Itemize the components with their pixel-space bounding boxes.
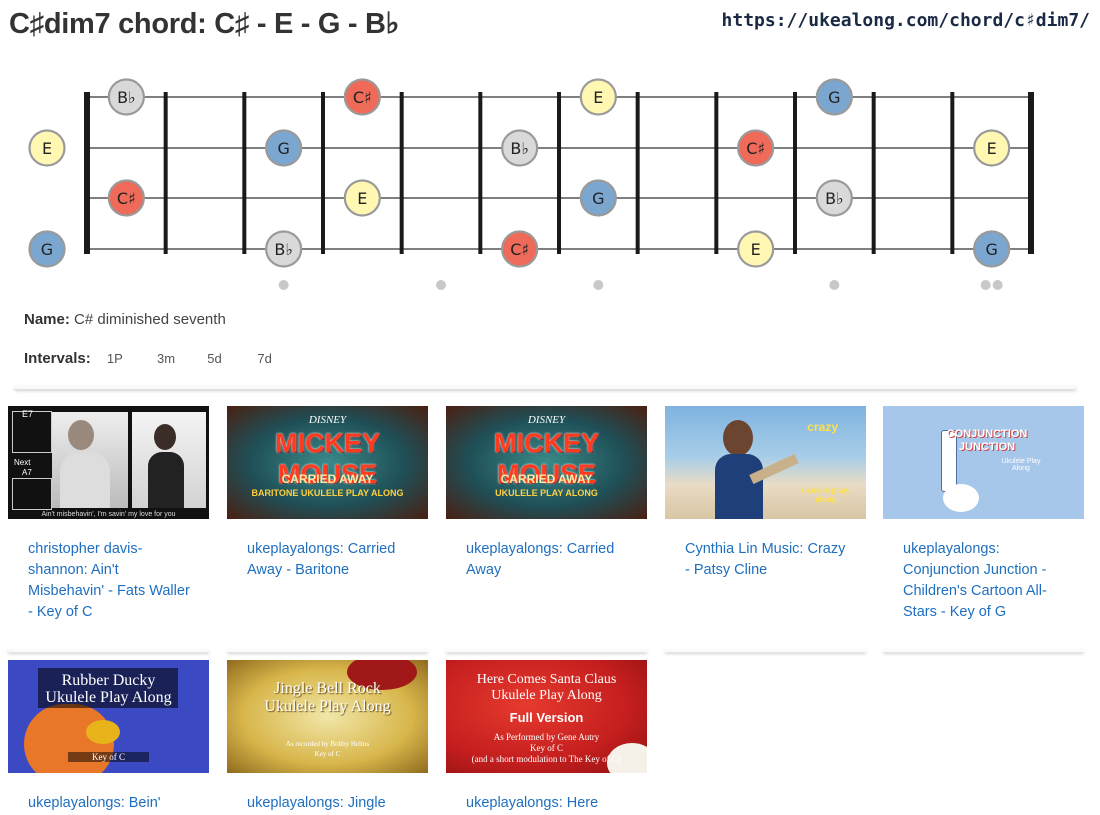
page-title: C♯dim7 chord: C♯ - E - G - B♭ — [9, 8, 400, 40]
note-marker: C♯ — [107, 179, 145, 217]
note-marker: G — [815, 78, 853, 116]
video-card[interactable]: E7 Next A7 Ain't misbehavin', I'm savin'… — [8, 406, 209, 652]
note-marker: G — [579, 179, 617, 217]
video-link[interactable]: christopher davis-shannon: Ain't Misbeha… — [8, 519, 209, 623]
interval-3: 5d — [207, 351, 222, 366]
video-thumbnail[interactable]: crazy ukulele play-along — [665, 406, 866, 519]
chord-intervals-label: Intervals: — [24, 350, 91, 367]
note-label: E — [593, 88, 603, 107]
inlay-dot — [992, 280, 1003, 290]
video-thumbnail[interactable]: DISNEY MICKEY MOUSE CARRIED AWAY UKULELE… — [446, 406, 647, 519]
video-card[interactable]: Jingle Bell Rock Ukulele Play Along As r… — [227, 660, 428, 814]
note-marker: C♯ — [737, 129, 775, 167]
note-label: G — [277, 139, 289, 158]
interval-4: 7d — [257, 351, 272, 366]
inlay-dot — [436, 280, 446, 290]
note-label: E — [751, 240, 761, 259]
chord-name-label: Name: — [24, 311, 70, 328]
note-label: B♭ — [274, 240, 293, 259]
video-card[interactable]: crazy ukulele play-along Cynthia Lin Mus… — [665, 406, 866, 652]
note-marker: C♯ — [501, 230, 539, 268]
video-thumbnail[interactable]: Here Comes Santa Claus Ukulele Play Alon… — [446, 660, 647, 773]
note-label: G — [985, 240, 997, 259]
video-link[interactable]: ukeplayalongs: Carried Away — [446, 519, 647, 581]
note-label: E — [357, 189, 367, 208]
note-marker: E — [737, 230, 775, 268]
video-card[interactable]: DISNEY MICKEY MOUSE CARRIED AWAY UKULELE… — [446, 406, 647, 652]
note-marker: C♯ — [343, 78, 381, 116]
note-label: B♭ — [510, 139, 529, 158]
video-thumbnail[interactable]: DISNEY MICKEY MOUSE CARRIED AWAY BARITON… — [227, 406, 428, 519]
video-link[interactable]: ukeplayalongs: Bein' — [8, 773, 209, 814]
inlay-dot — [278, 280, 289, 290]
section-divider — [14, 385, 1076, 389]
note-marker: E — [579, 78, 617, 116]
note-marker: E — [28, 129, 66, 167]
page-url[interactable]: https://ukealong.com/chord/c♯dim7/ — [722, 10, 1090, 31]
note-marker: E — [973, 129, 1011, 167]
note-label: E — [987, 139, 997, 158]
inlay-dot — [593, 280, 604, 290]
note-marker: G — [265, 129, 303, 167]
chord-name-row: Name: C# diminished seventh — [24, 311, 226, 328]
note-label: C♯ — [117, 189, 136, 208]
interval-1: 1P — [106, 351, 123, 366]
note-label: B♭ — [117, 88, 136, 107]
interval-2: 3m — [157, 351, 176, 366]
fretboard-diagram: B♭ C♯ E G E G B♭ C♯ E C♯ E G B♭ G B♭ C♯ E G — [28, 78, 1034, 290]
chord-name-value: C# diminished seventh — [74, 311, 226, 328]
video-card[interactable]: DISNEY MICKEY MOUSE CARRIED AWAY BARITON… — [227, 406, 428, 652]
video-thumbnail[interactable]: Jingle Bell Rock Ukulele Play Along As r… — [227, 660, 428, 773]
chord-intervals-row: Intervals: 1P 3m 5d 7d — [24, 350, 291, 367]
video-thumbnail[interactable]: Rubber Ducky Ukulele Play Along Key of C — [8, 660, 209, 773]
video-link[interactable]: ukeplayalongs: Carried Away - Baritone — [227, 519, 428, 581]
note-label: B♭ — [825, 189, 844, 208]
note-marker: B♭ — [265, 230, 303, 268]
video-card[interactable]: CONJUNCTION JUNCTION Ukulele Play Along … — [883, 406, 1084, 652]
video-link[interactable]: Cynthia Lin Music: Crazy - Patsy Cline — [665, 519, 866, 581]
note-marker: G — [973, 230, 1011, 268]
note-label: G — [592, 189, 604, 208]
video-thumbnail[interactable]: E7 Next A7 Ain't misbehavin', I'm savin'… — [8, 406, 209, 519]
note-marker: B♭ — [815, 179, 853, 217]
video-card[interactable]: Here Comes Santa Claus Ukulele Play Alon… — [446, 660, 647, 814]
video-link[interactable]: ukeplayalongs: Here — [446, 773, 647, 814]
note-marker: B♭ — [107, 78, 145, 116]
note-marker: E — [343, 179, 381, 217]
video-card[interactable]: Rubber Ducky Ukulele Play Along Key of C… — [8, 660, 209, 814]
inlay-dot — [829, 280, 840, 290]
video-link[interactable]: ukeplayalongs: Jingle — [227, 773, 428, 814]
inlay-dot — [980, 280, 991, 290]
video-thumbnail[interactable]: CONJUNCTION JUNCTION Ukulele Play Along — [883, 406, 1084, 519]
note-marker: G — [28, 230, 66, 268]
note-marker: B♭ — [501, 129, 539, 167]
video-link[interactable]: ukeplayalongs: Conjunction Junction - Ch… — [883, 519, 1084, 623]
note-label: G — [828, 88, 840, 107]
note-label: C♯ — [353, 88, 372, 107]
note-label: C♯ — [746, 139, 765, 158]
note-label: C♯ — [510, 240, 529, 259]
note-label: G — [41, 240, 53, 259]
note-label: E — [42, 139, 52, 158]
